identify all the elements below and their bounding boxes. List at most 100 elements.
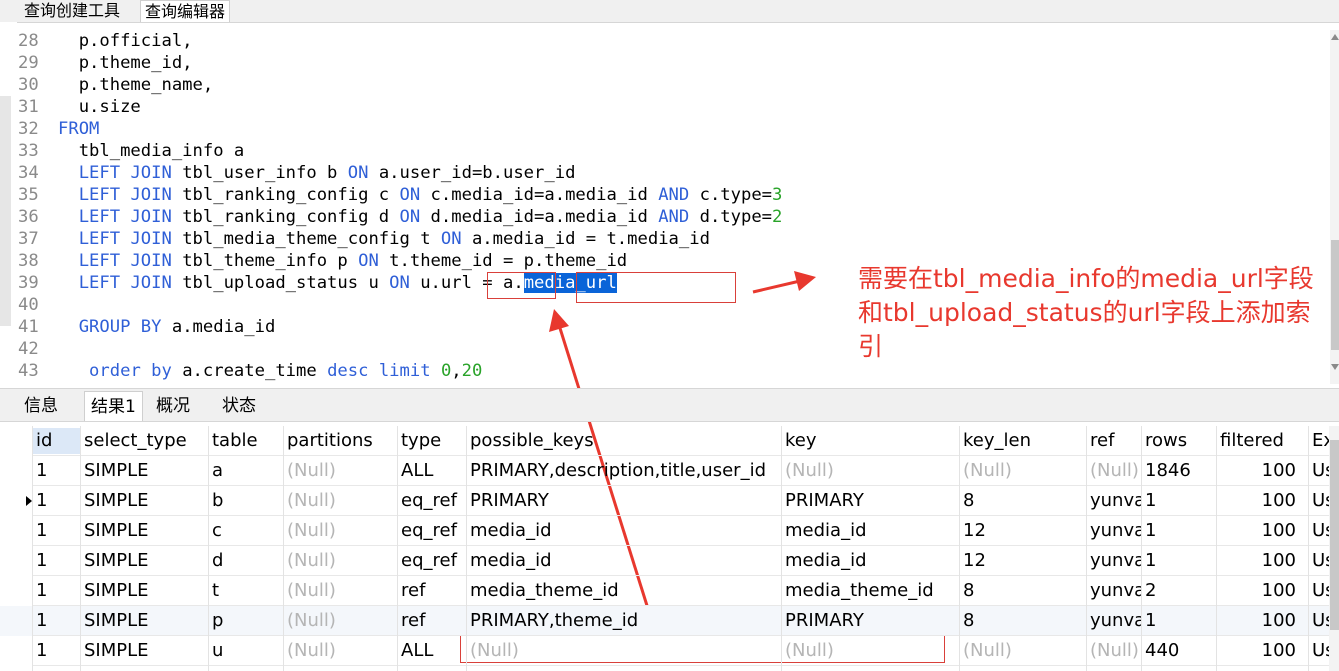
cell-id[interactable]: 1 bbox=[36, 486, 80, 516]
cell-key-len[interactable]: 12 bbox=[963, 546, 1086, 576]
cell-ex[interactable]: Us bbox=[1312, 636, 1329, 666]
cell-possible-keys[interactable]: PRIMARY bbox=[470, 486, 781, 516]
cell-filtered[interactable]: 100 bbox=[1220, 486, 1296, 516]
cell-ex[interactable]: Us bbox=[1312, 516, 1329, 546]
cell-key[interactable]: media_id bbox=[785, 546, 959, 576]
column-header-select-type[interactable]: select_type bbox=[84, 426, 208, 456]
table-row[interactable]: 1 SIMPLE b (Null) eq_ref PRIMARY PRIMARY 8 yunva… bbox=[0, 486, 1339, 516]
cell-id[interactable]: 1 bbox=[36, 636, 80, 666]
table-row[interactable]: 1 SIMPLE p (Null) ref PRIMARY,theme_id PRIMARY… bbox=[0, 606, 1339, 636]
column-header-partitions[interactable]: partitions bbox=[287, 426, 397, 456]
cell-filtered[interactable]: 100 bbox=[1220, 576, 1296, 606]
cell-partitions[interactable]: (Null) bbox=[287, 456, 397, 486]
cell-possible-keys[interactable]: PRIMARY,description,title,user_id bbox=[470, 456, 781, 486]
cell-id[interactable]: 1 bbox=[36, 546, 80, 576]
column-header-type[interactable]: type bbox=[401, 426, 466, 456]
cell-rows[interactable]: 440 bbox=[1145, 636, 1216, 666]
cell-select-type[interactable]: SIMPLE bbox=[84, 546, 208, 576]
tab-status[interactable]: 状态 bbox=[216, 391, 262, 421]
cell-type[interactable]: eq_ref bbox=[401, 546, 466, 576]
column-header-rows[interactable]: rows bbox=[1145, 426, 1216, 456]
cell-type[interactable]: ALL bbox=[401, 636, 466, 666]
cell-select-type[interactable]: SIMPLE bbox=[84, 576, 208, 606]
result-grid[interactable]: id select_type table partitions type possible… bbox=[0, 426, 1339, 671]
table-row[interactable]: 1 SIMPLE t (Null) ref media_theme_id media_the… bbox=[0, 576, 1339, 606]
cell-key[interactable]: PRIMARY bbox=[785, 486, 959, 516]
cell-partitions[interactable]: (Null) bbox=[287, 636, 397, 666]
cell-ex[interactable]: Us bbox=[1312, 606, 1329, 636]
table-row[interactable]: 1 SIMPLE a (Null) ALL PRIMARY,description,tit… bbox=[0, 456, 1339, 486]
cell-rows[interactable]: 1 bbox=[1145, 546, 1216, 576]
cell-type[interactable]: ref bbox=[401, 576, 466, 606]
column-header-table[interactable]: table bbox=[212, 426, 283, 456]
cell-ex[interactable]: Us bbox=[1312, 546, 1329, 576]
cell-ref[interactable]: (Null) bbox=[1090, 636, 1141, 666]
cell-rows[interactable]: 1 bbox=[1145, 516, 1216, 546]
cell-partitions[interactable]: (Null) bbox=[287, 606, 397, 636]
cell-ref[interactable]: yunva bbox=[1090, 546, 1141, 576]
cell-key-len[interactable]: (Null) bbox=[963, 456, 1086, 486]
cell-partitions[interactable]: (Null) bbox=[287, 576, 397, 606]
cell-rows[interactable]: 2 bbox=[1145, 576, 1216, 606]
cell-partitions[interactable]: (Null) bbox=[287, 486, 397, 516]
cell-id[interactable]: 1 bbox=[36, 576, 80, 606]
column-header-ref[interactable]: ref bbox=[1090, 426, 1141, 456]
cell-select-type[interactable]: SIMPLE bbox=[84, 606, 208, 636]
column-header-key[interactable]: key bbox=[785, 426, 959, 456]
cell-select-type[interactable]: SIMPLE bbox=[84, 516, 208, 546]
cell-filtered[interactable]: 100 bbox=[1220, 606, 1296, 636]
cell-key[interactable]: (Null) bbox=[785, 456, 959, 486]
cell-partitions[interactable]: (Null) bbox=[287, 516, 397, 546]
cell-key[interactable]: media_theme_id bbox=[785, 576, 959, 606]
column-header-ex[interactable]: Ex bbox=[1312, 426, 1329, 456]
cell-key-len[interactable]: 8 bbox=[963, 486, 1086, 516]
cell-filtered[interactable]: 100 bbox=[1220, 546, 1296, 576]
cell-possible-keys[interactable]: PRIMARY,theme_id bbox=[470, 606, 781, 636]
column-header-id[interactable]: id bbox=[36, 426, 80, 456]
cell-key[interactable]: media_id bbox=[785, 516, 959, 546]
tab-info[interactable]: 信息 bbox=[18, 391, 64, 421]
cell-type[interactable]: ALL bbox=[401, 456, 466, 486]
cell-possible-keys[interactable]: (Null) bbox=[470, 636, 781, 666]
cell-filtered[interactable]: 100 bbox=[1220, 456, 1296, 486]
cell-table[interactable]: t bbox=[212, 576, 283, 606]
column-header-possible-keys[interactable]: possible_keys bbox=[470, 426, 781, 456]
cell-ex[interactable]: Us bbox=[1312, 456, 1329, 486]
column-header-filtered[interactable]: filtered bbox=[1220, 426, 1308, 456]
table-row[interactable]: 1 SIMPLE c (Null) eq_ref media_id media_id 12 yu… bbox=[0, 516, 1339, 546]
cell-possible-keys[interactable]: media_theme_id bbox=[470, 576, 781, 606]
cell-id[interactable]: 1 bbox=[36, 606, 80, 636]
cell-ex[interactable]: Us bbox=[1312, 576, 1329, 606]
cell-key-len[interactable]: 8 bbox=[963, 576, 1086, 606]
cell-type[interactable]: eq_ref bbox=[401, 516, 466, 546]
cell-table[interactable]: b bbox=[212, 486, 283, 516]
cell-table[interactable]: c bbox=[212, 516, 283, 546]
cell-rows[interactable]: 1846 bbox=[1145, 456, 1216, 486]
column-header-key-len[interactable]: key_len bbox=[963, 426, 1086, 456]
cell-filtered[interactable]: 100 bbox=[1220, 516, 1296, 546]
tab-profile[interactable]: 概况 bbox=[150, 391, 196, 421]
cell-rows[interactable]: 1 bbox=[1145, 606, 1216, 636]
grid-scrollbar-thumb[interactable] bbox=[1330, 440, 1339, 630]
table-row[interactable]: 1 SIMPLE d (Null) eq_ref media_id media_id 12 yu… bbox=[0, 546, 1339, 576]
cell-ref[interactable]: yunva bbox=[1090, 516, 1141, 546]
tab-result1[interactable]: 结果1 bbox=[84, 391, 143, 421]
cell-select-type[interactable]: SIMPLE bbox=[84, 636, 208, 666]
cell-ex[interactable]: Us bbox=[1312, 486, 1329, 516]
cell-ref[interactable]: yunva bbox=[1090, 606, 1141, 636]
cell-possible-keys[interactable]: media_id bbox=[470, 516, 781, 546]
cell-key[interactable]: PRIMARY bbox=[785, 606, 959, 636]
cell-rows[interactable]: 1 bbox=[1145, 486, 1216, 516]
cell-key-len[interactable]: 12 bbox=[963, 516, 1086, 546]
cell-select-type[interactable]: SIMPLE bbox=[84, 486, 208, 516]
cell-possible-keys[interactable]: media_id bbox=[470, 546, 781, 576]
table-row[interactable]: 1 SIMPLE u (Null) ALL (Null) (Null) (Null) (Null… bbox=[0, 636, 1339, 666]
cell-ref[interactable]: yunva bbox=[1090, 486, 1141, 516]
cell-partitions[interactable]: (Null) bbox=[287, 546, 397, 576]
cell-key-len[interactable]: 8 bbox=[963, 606, 1086, 636]
cell-key-len[interactable]: (Null) bbox=[963, 636, 1086, 666]
cell-type[interactable]: ref bbox=[401, 606, 466, 636]
cell-id[interactable]: 1 bbox=[36, 456, 80, 486]
cell-ref[interactable]: yunva bbox=[1090, 576, 1141, 606]
cell-table[interactable]: d bbox=[212, 546, 283, 576]
